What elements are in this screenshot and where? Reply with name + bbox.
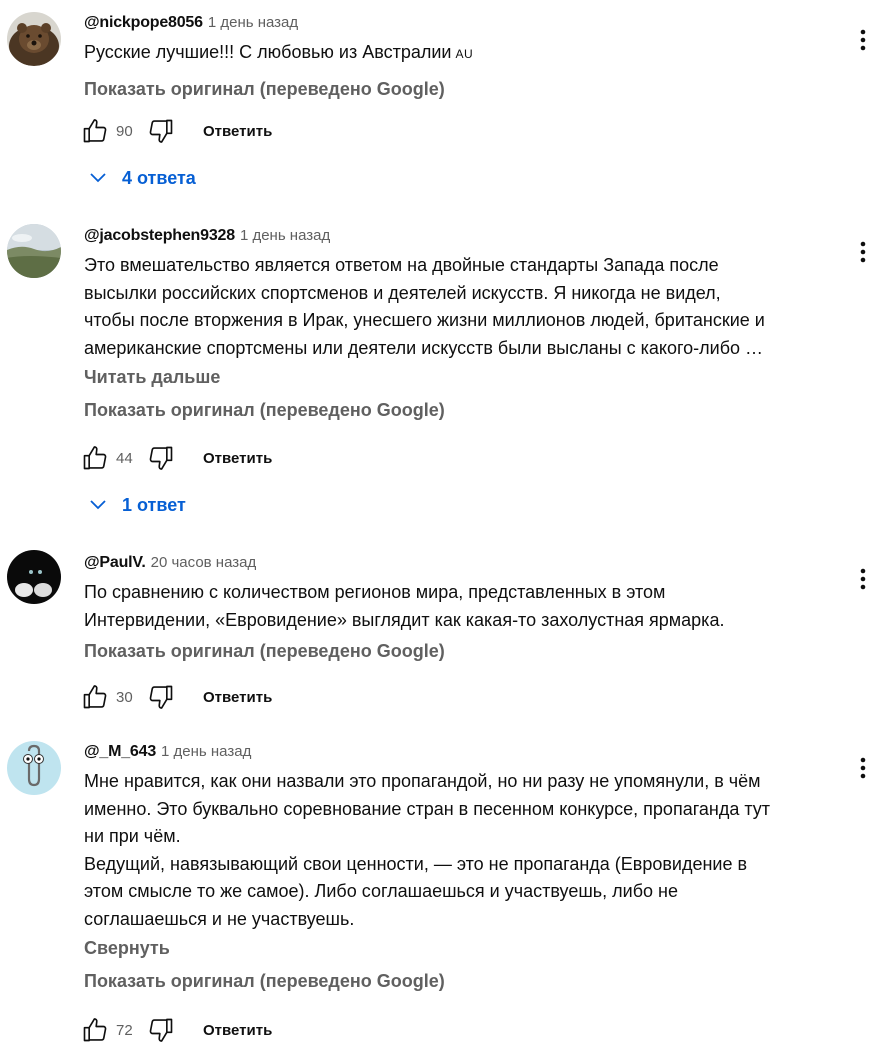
like-count: 44	[116, 449, 133, 467]
chevron-down-icon	[90, 500, 106, 510]
comment-text: Мне нравится, как они назвали это пропаг…	[84, 768, 831, 933]
thumbs-up-icon	[83, 446, 107, 470]
show-original-link[interactable]: Показать оригинал (переведено Google)	[84, 639, 831, 663]
comment-text-line: Интервидении, «Евровидение» выглядит как…	[84, 609, 725, 630]
comment-text-line: чтобы после вторжения в Ирак, унесшего ж…	[84, 310, 765, 330]
thumbs-down-icon	[149, 685, 173, 709]
like-button[interactable]	[80, 116, 110, 146]
avatar[interactable]	[7, 224, 61, 278]
show-original-link[interactable]: Показать оригинал (переведено Google)	[84, 398, 831, 422]
reply-button[interactable]: Ответить	[203, 123, 272, 140]
comment-text-line: высылки российских спортсменов и деятеле…	[84, 282, 721, 303]
reply-button[interactable]: Ответить	[203, 1022, 272, 1039]
like-button[interactable]	[80, 682, 110, 712]
thumbs-up-icon	[83, 119, 107, 143]
thumbs-down-icon	[149, 1018, 173, 1042]
comment-time[interactable]: 1 день назад	[208, 14, 298, 31]
comment-menu-button[interactable]	[851, 564, 875, 594]
dislike-button[interactable]	[146, 1015, 176, 1045]
show-original-link[interactable]: Показать оригинал (переведено Google)	[84, 77, 831, 101]
comment-menu-button[interactable]	[851, 237, 875, 267]
show-original-link[interactable]: Показать оригинал (переведено Google)	[84, 969, 831, 993]
like-count: 30	[116, 688, 133, 706]
comment-text-line: этом смысле то же самое). Либо соглашаеш…	[84, 881, 678, 901]
comment-text: Русские лучшие!!! С любовью из Австралии…	[84, 39, 831, 69]
replies-count: 1 ответ	[122, 494, 186, 515]
avatar[interactable]	[7, 741, 61, 795]
comment-text: По сравнению с количеством регионов мира…	[84, 579, 831, 634]
thumbs-down-icon	[149, 119, 173, 143]
comment-menu-button[interactable]	[851, 25, 875, 55]
avatar[interactable]	[7, 12, 61, 66]
comment-time[interactable]: 1 день назад	[240, 227, 330, 244]
like-count: 72	[116, 1021, 133, 1039]
reply-button[interactable]: Ответить	[203, 689, 272, 706]
comment-text-line: Русские лучшие!!! С любовью из Австралии	[84, 42, 452, 62]
replies-toggle[interactable]: 4 ответа	[88, 163, 196, 193]
comment-text-line: американские спортсмены или деятели иску…	[84, 337, 764, 358]
comment-text-line: По сравнению с количеством регионов мира…	[84, 582, 666, 602]
more-vert-icon	[860, 241, 866, 263]
comment-text-line: Это вмешательство является ответом на дв…	[84, 255, 719, 275]
reply-button[interactable]: Ответить	[203, 450, 272, 467]
comment-text-line: именно. Это буквально соревнование стран…	[84, 798, 771, 819]
thumbs-down-icon	[149, 446, 173, 470]
avatar[interactable]	[7, 550, 61, 604]
thumbs-up-icon	[83, 685, 107, 709]
comment-menu-button[interactable]	[851, 753, 875, 783]
more-vert-icon	[860, 757, 866, 779]
comment-author[interactable]: @PaulV.	[84, 554, 146, 571]
dislike-button[interactable]	[146, 116, 176, 146]
more-vert-icon	[860, 568, 866, 590]
dislike-button[interactable]	[146, 682, 176, 712]
comment-time[interactable]: 20 часов назад	[151, 554, 257, 571]
comment-author[interactable]: @_M_643	[84, 743, 156, 760]
comment-text-line: соглашаешься и не участвуешь.	[84, 908, 355, 929]
thumbs-up-icon	[83, 1018, 107, 1042]
comment-text-line: ни при чём.	[84, 826, 181, 846]
read-more-link[interactable]: Читать дальше	[84, 365, 831, 389]
collapse-link[interactable]: Свернуть	[84, 936, 831, 960]
like-button[interactable]	[80, 1015, 110, 1045]
comment-time[interactable]: 1 день назад	[161, 743, 251, 760]
replies-count: 4 ответа	[122, 167, 196, 188]
replies-toggle[interactable]: 1 ответ	[88, 490, 186, 520]
comment-author[interactable]: @jacobstephen9328	[84, 227, 235, 244]
flag-label: AU	[455, 47, 474, 61]
comment-text-line: Ведущий, навязывающий свои ценности, — э…	[84, 853, 748, 874]
dislike-button[interactable]	[146, 443, 176, 473]
comment-text-line: Мне нравится, как они назвали это пропаг…	[84, 771, 761, 791]
more-vert-icon	[860, 29, 866, 51]
like-count: 90	[116, 122, 133, 140]
comment-author[interactable]: @nickpope8056	[84, 14, 203, 31]
comment-text: Это вмешательство является ответом на дв…	[84, 252, 831, 362]
chevron-down-icon	[90, 173, 106, 183]
like-button[interactable]	[80, 443, 110, 473]
